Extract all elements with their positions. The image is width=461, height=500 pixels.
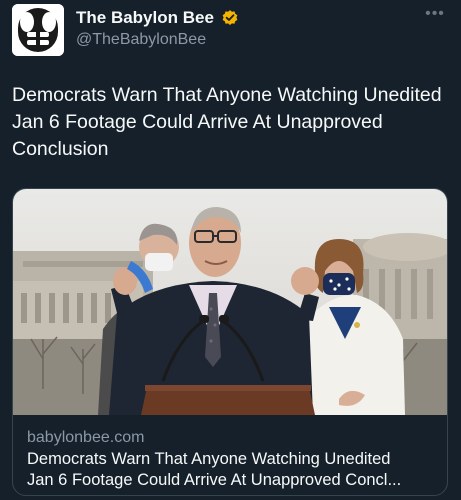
tweet-text: Democrats Warn That Anyone Watching Uned… xyxy=(12,84,442,160)
verified-badge-icon xyxy=(222,10,238,25)
avatar[interactable] xyxy=(12,4,64,56)
author-name[interactable]: The Babylon Bee xyxy=(76,8,214,28)
author-handle[interactable]: @TheBabylonBee xyxy=(76,31,206,49)
bee-logo-icon xyxy=(12,4,64,56)
link-card[interactable]: babylonbee.com Democrats Warn That Anyon… xyxy=(12,188,448,496)
card-domain: babylonbee.com xyxy=(27,429,145,446)
more-options-icon[interactable]: ••• xyxy=(425,6,445,22)
press-conference-photo xyxy=(13,189,447,415)
card-title: Democrats Warn That Anyone Watching Uned… xyxy=(27,449,439,491)
card-title-line-2: Jan 6 Footage Could Arrive At Unapproved… xyxy=(27,471,402,489)
card-title-line-1: Democrats Warn That Anyone Watching Uned… xyxy=(27,450,391,468)
tweet-header: The Babylon Bee @TheBabylonBee ••• xyxy=(12,4,449,56)
